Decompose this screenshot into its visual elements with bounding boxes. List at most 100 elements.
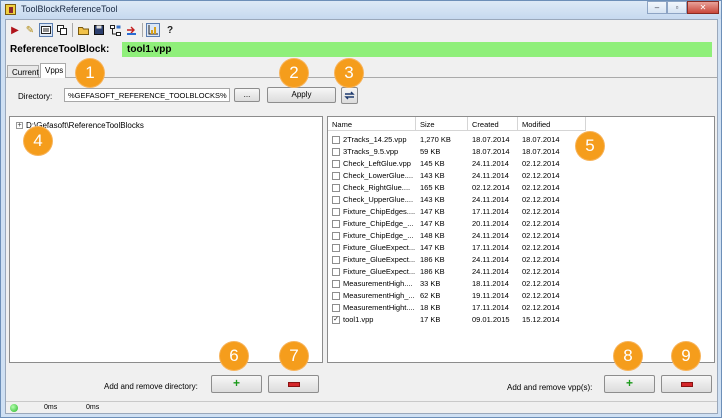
row-checkbox[interactable] — [332, 208, 340, 216]
file-created: 19.11.2014 — [472, 291, 509, 300]
column-header-created[interactable]: Created — [468, 117, 518, 131]
table-row[interactable]: 2Tracks_14.25.vpp 1,270 KB 18.07.2014 18.07… — [328, 134, 704, 146]
chart-icon[interactable] — [146, 23, 160, 37]
status-time-1: 0ms — [44, 404, 58, 411]
add-vpp-button[interactable]: + — [604, 375, 655, 393]
row-checkbox[interactable] — [332, 268, 340, 276]
table-row[interactable]: 3Tracks_9.5.vpp 59 KB 18.07.2014 18.07.2014 — [328, 146, 704, 158]
file-name: Check_LowerGlue.... — [343, 171, 414, 180]
row-checkbox[interactable] — [332, 244, 340, 252]
refresh-button[interactable] — [341, 87, 358, 104]
row-checkbox[interactable]: ✓ — [332, 316, 340, 324]
table-row[interactable]: MeasurementHigh_... 62 KB 19.11.2014 02.12.… — [328, 290, 704, 302]
file-size: 148 KB — [420, 231, 445, 240]
file-created: 20.11.2014 — [472, 219, 509, 228]
browse-button[interactable]: ... — [234, 88, 260, 102]
callout-badge: 6 — [220, 342, 248, 370]
display-icon[interactable] — [39, 23, 53, 37]
table-row[interactable]: Check_LowerGlue.... 143 KB 24.11.2014 02.12… — [328, 170, 704, 182]
table-row[interactable]: Check_UpperGlue.... 143 KB 24.11.2014 02.12… — [328, 194, 704, 206]
row-checkbox[interactable] — [332, 292, 340, 300]
import-icon[interactable] — [124, 23, 138, 37]
plus-icon: + — [232, 376, 240, 390]
callout-badge: 4 — [24, 127, 52, 155]
table-row[interactable]: Fixture_ChipEdge_... 148 KB 24.11.2014 02.1… — [328, 230, 704, 242]
apply-button[interactable]: Apply — [267, 87, 336, 103]
table-row[interactable]: MeasurementHight.... 18 KB 17.11.2014 02.12… — [328, 302, 704, 314]
status-time-2: 0ms — [86, 404, 100, 411]
row-checkbox[interactable] — [332, 172, 340, 180]
table-row[interactable]: Check_LeftGlue.vpp 145 KB 24.11.2014 02.12.… — [328, 158, 704, 170]
file-name: Fixture_GlueExpect... — [343, 243, 416, 252]
row-checkbox[interactable] — [332, 256, 340, 264]
file-created: 24.11.2014 — [472, 267, 509, 276]
callout-badge: 3 — [335, 59, 363, 87]
status-led-icon — [10, 404, 18, 412]
file-name: Check_UpperGlue.... — [343, 195, 414, 204]
file-name: Fixture_ChipEdge_... — [343, 231, 414, 240]
copy-icon[interactable] — [55, 23, 69, 37]
minus-icon — [288, 382, 300, 387]
file-created: 24.11.2014 — [472, 255, 509, 264]
run-icon[interactable]: ▶ — [8, 23, 22, 37]
row-checkbox[interactable] — [332, 148, 340, 156]
row-checkbox[interactable] — [332, 304, 340, 312]
table-row[interactable]: MeasurementHigh.... 33 KB 18.11.2014 02.12.… — [328, 278, 704, 290]
open-folder-icon[interactable] — [76, 23, 90, 37]
table-row[interactable]: Fixture_GlueExpect... 147 KB 17.11.2014 02.… — [328, 242, 704, 254]
maximize-button[interactable]: ▫ — [667, 1, 687, 14]
toolbar-separator — [142, 23, 143, 37]
row-checkbox[interactable] — [332, 184, 340, 192]
file-created: 18.07.2014 — [472, 147, 510, 156]
row-checkbox[interactable] — [332, 232, 340, 240]
column-header-modified[interactable]: Modified — [518, 117, 586, 131]
minus-icon — [681, 382, 693, 387]
file-size: 17 KB — [420, 315, 441, 324]
file-name: MeasurementHight.... — [343, 303, 415, 312]
vpp-file-list[interactable]: Name Size Created Modified 2Tracks_14.25… — [327, 116, 715, 363]
table-row[interactable]: Fixture_GlueExpect... 186 KB 24.11.2014 02.… — [328, 254, 704, 266]
remove-vpp-button[interactable] — [661, 375, 712, 393]
callout-badge: 5 — [576, 132, 604, 160]
row-checkbox[interactable] — [332, 280, 340, 288]
file-name: Check_RightGlue.... — [343, 183, 411, 192]
directory-label: Directory: — [18, 92, 53, 101]
table-row[interactable]: Fixture_ChipEdges.... 147 KB 17.11.2014 02.… — [328, 206, 704, 218]
file-size: 147 KB — [420, 207, 445, 216]
close-button[interactable]: ✕ — [687, 1, 719, 14]
edit-icon[interactable]: ✎ — [23, 23, 37, 37]
row-checkbox[interactable] — [332, 220, 340, 228]
table-row[interactable]: ✓ tool1.vpp 17 KB 09.01.2015 15.12.2014 — [328, 314, 704, 326]
file-name: 3Tracks_9.5.vpp — [343, 147, 399, 156]
help-icon[interactable]: ? — [163, 23, 177, 37]
file-modified: 02.12.2014 — [522, 231, 560, 240]
row-checkbox[interactable] — [332, 136, 340, 144]
file-modified: 02.12.2014 — [522, 255, 560, 264]
save-icon[interactable] — [92, 23, 106, 37]
row-checkbox[interactable] — [332, 196, 340, 204]
directory-tree[interactable]: + D:\Gefasoft\ReferenceToolBlocks — [9, 116, 323, 363]
file-size: 165 KB — [420, 183, 445, 192]
tree-expand-icon[interactable]: + — [16, 122, 23, 129]
file-modified: 02.12.2014 — [522, 243, 560, 252]
table-row[interactable]: Check_RightGlue.... 165 KB 02.12.2014 02.12… — [328, 182, 704, 194]
row-checkbox[interactable] — [332, 160, 340, 168]
network-icon[interactable] — [108, 23, 122, 37]
add-directory-button[interactable]: + — [211, 375, 262, 393]
file-modified: 02.12.2014 — [522, 291, 560, 300]
file-size: 18 KB — [420, 303, 441, 312]
toolbar: ▶ ✎ ? — [6, 20, 717, 40]
file-name: 2Tracks_14.25.vpp — [343, 135, 407, 144]
table-row[interactable]: Fixture_ChipEdge_... 147 KB 20.11.2014 02.1… — [328, 218, 704, 230]
table-row[interactable]: Fixture_GlueExpect... 186 KB 24.11.2014 02.… — [328, 266, 704, 278]
minimize-button[interactable]: – — [647, 1, 667, 14]
file-size: 62 KB — [420, 291, 441, 300]
status-bar: 0ms 0ms — [6, 401, 717, 413]
vpps-tab-panel: Directory: %GEFASOFT_REFERENCE_TOOLBLOCK… — [6, 77, 717, 413]
file-size: 147 KB — [420, 243, 445, 252]
remove-directory-button[interactable] — [268, 375, 319, 393]
tab-vpps[interactable]: Vpps — [40, 63, 66, 78]
directory-input[interactable]: %GEFASOFT_REFERENCE_TOOLBLOCKS% — [64, 88, 230, 102]
column-header-name[interactable]: Name — [328, 117, 416, 131]
column-header-size[interactable]: Size — [416, 117, 468, 131]
